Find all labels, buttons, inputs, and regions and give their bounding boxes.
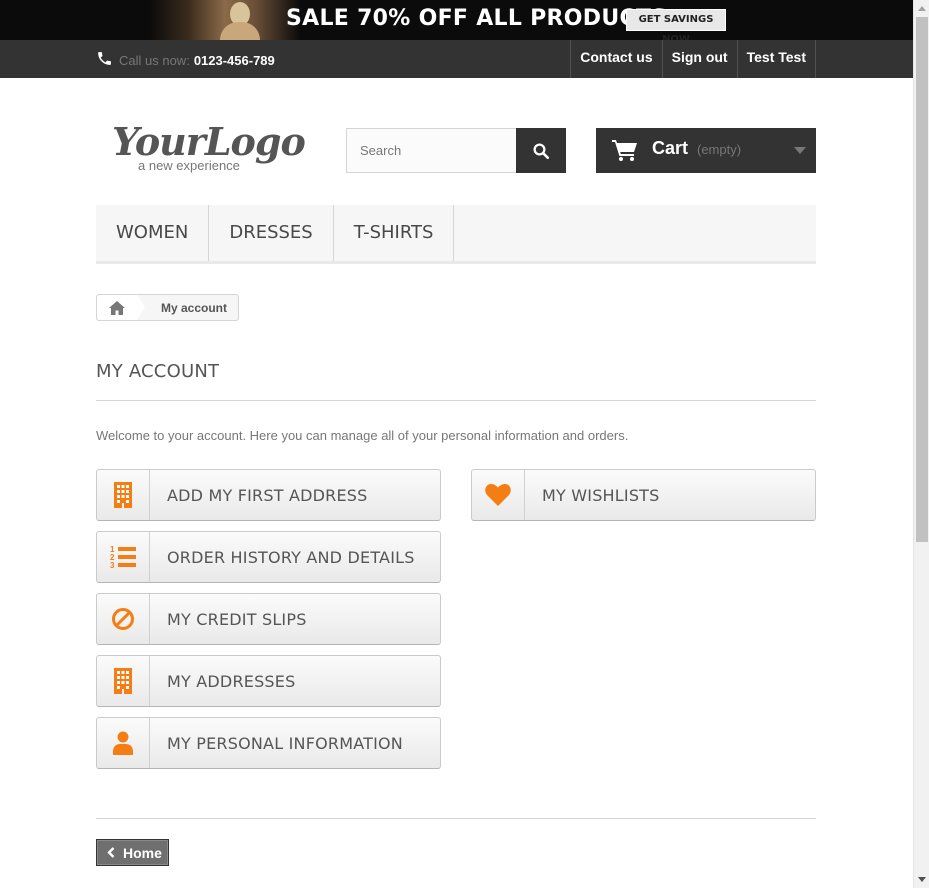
ban-icon: [112, 608, 134, 630]
scroll-up-icon[interactable]: [918, 6, 926, 11]
sign-out-link[interactable]: Sign out: [661, 40, 737, 78]
logo-wordmark: YourLogo: [112, 119, 306, 164]
phone-number: 0123-456-789: [193, 53, 275, 68]
main-menu: Women Dresses T-shirts: [96, 205, 816, 264]
svg-text:3: 3: [110, 561, 115, 569]
building-icon: [114, 668, 132, 694]
search-box: [346, 128, 566, 173]
page-title: MY ACCOUNT: [96, 361, 816, 401]
home-button-label: Home: [123, 844, 162, 861]
call-us: Call us now: 0123-456-789: [96, 50, 275, 68]
scrollbar-thumb[interactable]: [916, 17, 928, 542]
menu-item-women[interactable]: Women: [96, 205, 210, 261]
button-label: MY ADDRESSES: [167, 671, 296, 691]
promo-banner[interactable]: SALE 70% OFF ALL PRODUCTS GET SAVINGS NO…: [0, 0, 913, 40]
button-label: MY WISHLISTS: [542, 485, 660, 505]
chevron-left-icon: [107, 847, 115, 858]
logo-tagline: a new experience: [138, 158, 240, 173]
welcome-text: Welcome to your account. Here you can ma…: [96, 428, 629, 443]
credit-slips-button[interactable]: MY CREDIT SLIPS: [96, 593, 441, 645]
cart-button[interactable]: Cart (empty): [596, 128, 816, 173]
heart-icon: [485, 484, 511, 506]
phone-icon: [98, 52, 111, 65]
breadcrumb-home[interactable]: [97, 295, 145, 320]
my-wishlists-button[interactable]: MY WISHLISTS: [471, 469, 816, 521]
cart-label: Cart: [652, 138, 689, 158]
vertical-scrollbar[interactable]: [913, 0, 929, 888]
add-first-address-button[interactable]: ADD MY FIRST ADDRESS: [96, 469, 441, 521]
user-icon: [113, 731, 133, 755]
scroll-down-icon[interactable]: [918, 877, 926, 882]
breadcrumb: My account: [96, 294, 240, 321]
menu-item-dresses[interactable]: Dresses: [209, 205, 334, 261]
order-history-button[interactable]: 1 2 3 ORDER HISTORY AND DETAILS: [96, 531, 441, 583]
header-links: Contact us Sign out Test Test: [570, 40, 816, 78]
banner-text: SALE 70% OFF ALL PRODUCTS: [286, 6, 668, 31]
home-icon: [109, 300, 125, 315]
search-input[interactable]: [346, 128, 517, 173]
get-savings-button[interactable]: GET SAVINGS NOW: [626, 9, 726, 40]
divider: [96, 818, 816, 819]
home-button[interactable]: Home: [96, 839, 169, 866]
button-label: ADD MY FIRST ADDRESS: [167, 485, 368, 505]
cart-status: (empty): [697, 142, 742, 157]
contact-us-link[interactable]: Contact us: [570, 40, 661, 78]
banner-model-image: [150, 0, 300, 40]
site-logo[interactable]: YourLogo a new experience: [112, 119, 306, 174]
search-icon: [533, 143, 550, 159]
caret-down-icon: [794, 147, 806, 154]
my-addresses-button[interactable]: MY ADDRESSES: [96, 655, 441, 707]
button-label: MY PERSONAL INFORMATION: [167, 733, 403, 753]
account-name-link[interactable]: Test Test: [736, 40, 816, 78]
breadcrumb-current: My account: [161, 300, 228, 315]
menu-item-tshirts[interactable]: T-shirts: [334, 205, 455, 261]
button-label: ORDER HISTORY AND DETAILS: [167, 547, 415, 567]
button-label: MY CREDIT SLIPS: [167, 609, 307, 629]
call-label: Call us now:: [119, 53, 190, 68]
building-icon: [114, 482, 132, 508]
ordered-list-icon: 1 2 3: [110, 545, 136, 569]
shopping-cart-icon: [612, 140, 637, 161]
personal-information-button[interactable]: MY PERSONAL INFORMATION: [96, 717, 441, 769]
search-button[interactable]: [516, 128, 566, 173]
top-bar: Call us now: 0123-456-789 Contact us Sign…: [0, 40, 913, 78]
